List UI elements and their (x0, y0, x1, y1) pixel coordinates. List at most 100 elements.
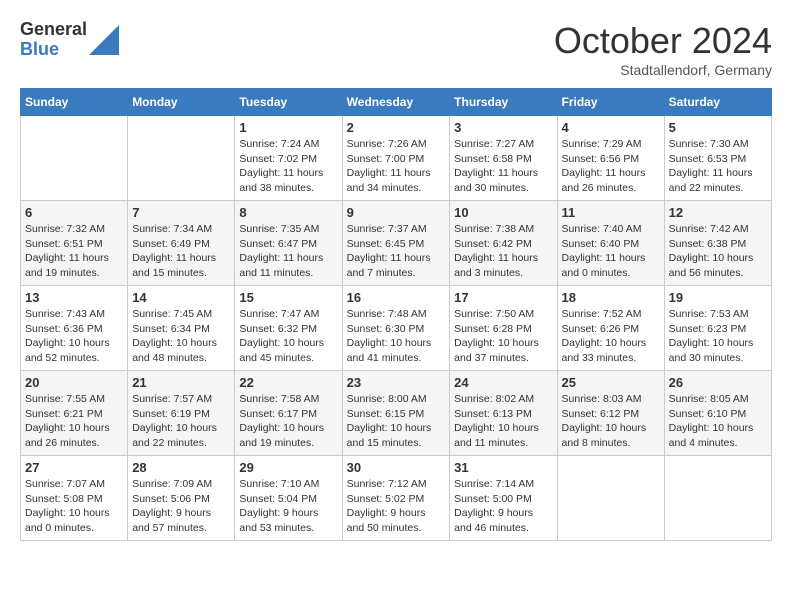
calendar-cell: 27 Sunrise: 7:07 AM Sunset: 5:08 PM Dayli… (21, 456, 128, 541)
day-number: 18 (562, 290, 660, 305)
calendar-cell (128, 116, 235, 201)
day-info: Sunrise: 7:29 AM Sunset: 6:56 PM Dayligh… (562, 137, 660, 196)
day-number: 12 (669, 205, 767, 220)
calendar-cell (21, 116, 128, 201)
day-info: Sunrise: 7:38 AM Sunset: 6:42 PM Dayligh… (454, 222, 552, 281)
day-number: 22 (239, 375, 337, 390)
calendar-cell (664, 456, 771, 541)
day-number: 10 (454, 205, 552, 220)
calendar-week-row: 1Sunrise: 7:24 AM Sunset: 7:02 PM Daylig… (21, 116, 772, 201)
day-number: 16 (347, 290, 446, 305)
calendar-cell: 30Sunrise: 7:12 AM Sunset: 5:02 PM Dayli… (342, 456, 450, 541)
calendar-cell: 16 Sunrise: 7:48 AM Sunset: 6:30 PM Dayli… (342, 286, 450, 371)
day-number: 14 (132, 290, 230, 305)
calendar-cell: 8 Sunrise: 7:35 AM Sunset: 6:47 PM Daylig… (235, 201, 342, 286)
day-number: 30 (347, 460, 446, 475)
calendar-cell: 6 Sunrise: 7:32 AM Sunset: 6:51 PM Daylig… (21, 201, 128, 286)
day-number: 13 (25, 290, 123, 305)
calendar-cell (557, 456, 664, 541)
calendar-cell: 28 Sunrise: 7:09 AM Sunset: 5:06 PM Dayli… (128, 456, 235, 541)
calendar-cell: 17 Sunrise: 7:50 AM Sunset: 6:28 PM Dayli… (450, 286, 557, 371)
calendar-cell: 13Sunrise: 7:43 AM Sunset: 6:36 PM Dayli… (21, 286, 128, 371)
day-info: Sunrise: 7:26 AM Sunset: 7:00 PM Dayligh… (347, 137, 446, 196)
day-info: Sunrise: 7:35 AM Sunset: 6:47 PM Dayligh… (239, 222, 337, 281)
calendar-cell: 12 Sunrise: 7:42 AM Sunset: 6:38 PM Dayli… (664, 201, 771, 286)
day-number: 21 (132, 375, 230, 390)
day-info: Sunrise: 7:34 AM Sunset: 6:49 PM Dayligh… (132, 222, 230, 281)
weekday-header: Wednesday (342, 89, 450, 116)
calendar-cell: 22 Sunrise: 7:58 AM Sunset: 6:17 PM Dayli… (235, 371, 342, 456)
day-info: Sunrise: 7:32 AM Sunset: 6:51 PM Dayligh… (25, 222, 123, 281)
calendar-cell: 10 Sunrise: 7:38 AM Sunset: 6:42 PM Dayli… (450, 201, 557, 286)
calendar-cell: 11 Sunrise: 7:40 AM Sunset: 6:40 PM Dayli… (557, 201, 664, 286)
day-info: Sunrise: 7:57 AM Sunset: 6:19 PM Dayligh… (132, 392, 230, 451)
calendar-cell: 19Sunrise: 7:53 AM Sunset: 6:23 PM Dayli… (664, 286, 771, 371)
calendar-cell: 5 Sunrise: 7:30 AM Sunset: 6:53 PM Daylig… (664, 116, 771, 201)
day-info: Sunrise: 8:03 AM Sunset: 6:12 PM Dayligh… (562, 392, 660, 451)
calendar-cell: 25 Sunrise: 8:03 AM Sunset: 6:12 PM Dayli… (557, 371, 664, 456)
calendar-cell: 26Sunrise: 8:05 AM Sunset: 6:10 PM Dayli… (664, 371, 771, 456)
day-info: Sunrise: 7:30 AM Sunset: 6:53 PM Dayligh… (669, 137, 767, 196)
day-number: 8 (239, 205, 337, 220)
day-number: 25 (562, 375, 660, 390)
day-info: Sunrise: 7:09 AM Sunset: 5:06 PM Dayligh… (132, 477, 230, 536)
calendar-cell: 9 Sunrise: 7:37 AM Sunset: 6:45 PM Daylig… (342, 201, 450, 286)
day-number: 24 (454, 375, 552, 390)
logo: General Blue (20, 20, 119, 60)
day-number: 1 (239, 120, 337, 135)
day-number: 5 (669, 120, 767, 135)
day-number: 15 (239, 290, 337, 305)
calendar-cell: 4Sunrise: 7:29 AM Sunset: 6:56 PM Daylig… (557, 116, 664, 201)
day-number: 7 (132, 205, 230, 220)
day-info: Sunrise: 7:42 AM Sunset: 6:38 PM Dayligh… (669, 222, 767, 281)
day-info: Sunrise: 8:00 AM Sunset: 6:15 PM Dayligh… (347, 392, 446, 451)
day-number: 3 (454, 120, 552, 135)
day-number: 31 (454, 460, 552, 475)
calendar-cell: 20Sunrise: 7:55 AM Sunset: 6:21 PM Dayli… (21, 371, 128, 456)
day-number: 26 (669, 375, 767, 390)
day-number: 20 (25, 375, 123, 390)
day-number: 28 (132, 460, 230, 475)
day-info: Sunrise: 7:48 AM Sunset: 6:30 PM Dayligh… (347, 307, 446, 366)
logo-general: General (20, 20, 87, 40)
calendar-cell: 7 Sunrise: 7:34 AM Sunset: 6:49 PM Daylig… (128, 201, 235, 286)
day-info: Sunrise: 8:02 AM Sunset: 6:13 PM Dayligh… (454, 392, 552, 451)
day-number: 2 (347, 120, 446, 135)
calendar-cell: 24 Sunrise: 8:02 AM Sunset: 6:13 PM Dayli… (450, 371, 557, 456)
weekday-header: Sunday (21, 89, 128, 116)
calendar-cell: 15 Sunrise: 7:47 AM Sunset: 6:32 PM Dayli… (235, 286, 342, 371)
day-number: 19 (669, 290, 767, 305)
day-info: Sunrise: 7:14 AM Sunset: 5:00 PM Dayligh… (454, 477, 552, 536)
calendar-cell: 3 Sunrise: 7:27 AM Sunset: 6:58 PM Daylig… (450, 116, 557, 201)
day-info: Sunrise: 7:10 AM Sunset: 5:04 PM Dayligh… (239, 477, 337, 536)
calendar-week-row: 13Sunrise: 7:43 AM Sunset: 6:36 PM Dayli… (21, 286, 772, 371)
day-number: 27 (25, 460, 123, 475)
title-block: October 2024 Stadtallendorf, Germany (554, 20, 772, 78)
calendar-cell: 31 Sunrise: 7:14 AM Sunset: 5:00 PM Dayli… (450, 456, 557, 541)
day-number: 9 (347, 205, 446, 220)
day-info: Sunrise: 7:50 AM Sunset: 6:28 PM Dayligh… (454, 307, 552, 366)
weekday-header: Monday (128, 89, 235, 116)
weekday-header-row: SundayMondayTuesdayWednesdayThursdayFrid… (21, 89, 772, 116)
day-info: Sunrise: 7:27 AM Sunset: 6:58 PM Dayligh… (454, 137, 552, 196)
weekday-header: Tuesday (235, 89, 342, 116)
day-number: 17 (454, 290, 552, 305)
calendar-cell: 21 Sunrise: 7:57 AM Sunset: 6:19 PM Dayli… (128, 371, 235, 456)
day-number: 6 (25, 205, 123, 220)
page-header: General Blue October 2024 Stadtallendorf… (20, 20, 772, 78)
calendar-cell: 2 Sunrise: 7:26 AM Sunset: 7:00 PM Daylig… (342, 116, 450, 201)
day-number: 11 (562, 205, 660, 220)
calendar-week-row: 6 Sunrise: 7:32 AM Sunset: 6:51 PM Daylig… (21, 201, 772, 286)
day-info: Sunrise: 7:37 AM Sunset: 6:45 PM Dayligh… (347, 222, 446, 281)
weekday-header: Thursday (450, 89, 557, 116)
calendar-cell: 29Sunrise: 7:10 AM Sunset: 5:04 PM Dayli… (235, 456, 342, 541)
logo-icon (89, 25, 119, 55)
month-title: October 2024 (554, 20, 772, 62)
day-info: Sunrise: 7:40 AM Sunset: 6:40 PM Dayligh… (562, 222, 660, 281)
calendar-cell: 1Sunrise: 7:24 AM Sunset: 7:02 PM Daylig… (235, 116, 342, 201)
day-info: Sunrise: 7:45 AM Sunset: 6:34 PM Dayligh… (132, 307, 230, 366)
day-info: Sunrise: 7:07 AM Sunset: 5:08 PM Dayligh… (25, 477, 123, 536)
day-info: Sunrise: 7:47 AM Sunset: 6:32 PM Dayligh… (239, 307, 337, 366)
weekday-header: Saturday (664, 89, 771, 116)
day-info: Sunrise: 7:58 AM Sunset: 6:17 PM Dayligh… (239, 392, 337, 451)
